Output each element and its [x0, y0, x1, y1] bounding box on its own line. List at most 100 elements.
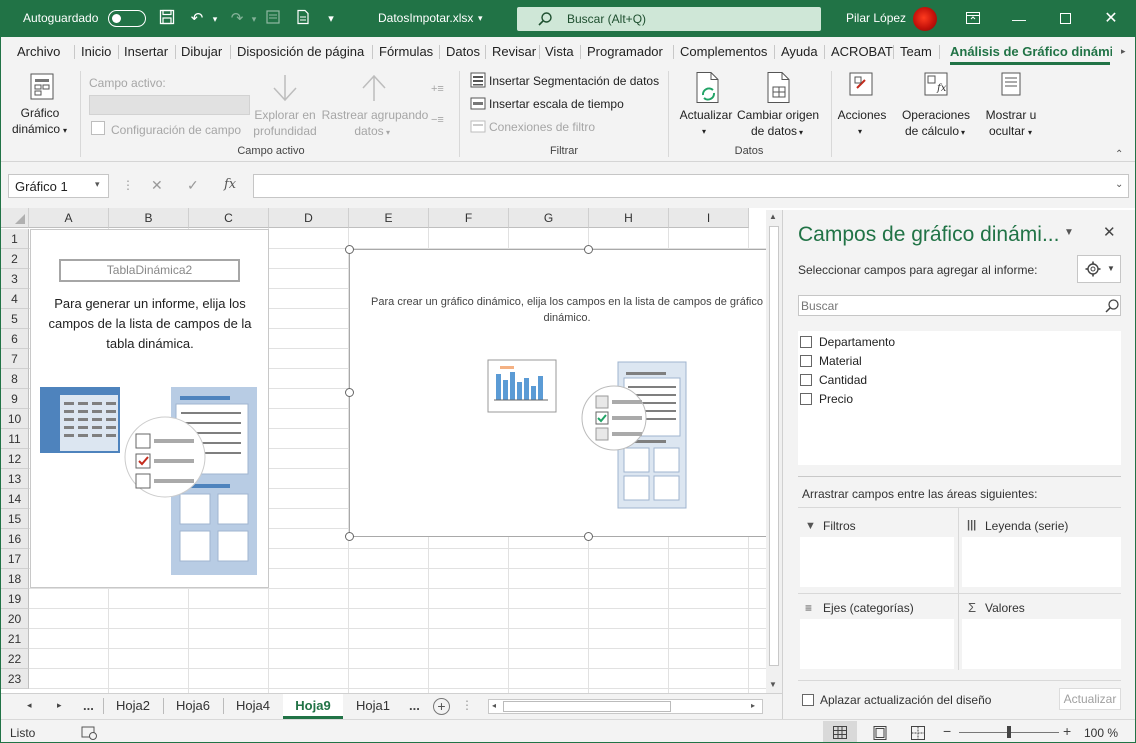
page-layout-icon[interactable]	[873, 726, 887, 740]
tab-datos[interactable]: Datos	[446, 44, 480, 59]
row-header[interactable]: 22	[1, 649, 29, 669]
sheet-tab-hoja4[interactable]: Hoja4	[224, 694, 282, 719]
column-header[interactable]: F	[429, 208, 509, 228]
undo-icon[interactable]: ↶	[187, 9, 207, 29]
actions-button[interactable]: Acciones ▾	[835, 69, 889, 141]
show-hide-button[interactable]: Mostrar u ocultar ▾	[979, 69, 1043, 141]
redo-dropdown-icon[interactable]: ▾	[244, 9, 264, 29]
scrollbar-thumb[interactable]	[769, 226, 779, 666]
defer-update-checkbox[interactable]	[802, 694, 814, 706]
zoom-out-icon[interactable]: −	[943, 723, 951, 739]
tab-dibujar[interactable]: Dibujar	[181, 44, 222, 59]
row-header[interactable]: 16	[1, 529, 29, 549]
refresh-button[interactable]: Actualizar ▾	[677, 69, 735, 141]
normal-view-button[interactable]	[823, 721, 857, 742]
row-header[interactable]: 13	[1, 469, 29, 489]
minimize-icon[interactable]: —	[1004, 7, 1034, 31]
scroll-down-icon[interactable]: ▼	[769, 680, 777, 689]
zoom-level[interactable]: 100 %	[1084, 726, 1118, 740]
undo-dropdown-icon[interactable]: ▾	[205, 9, 225, 29]
formula-input[interactable]	[253, 174, 1129, 198]
pane-settings-button[interactable]: ▼	[1077, 255, 1121, 283]
row-header[interactable]: 14	[1, 489, 29, 509]
row-header[interactable]: 6	[1, 329, 29, 349]
cancel-icon[interactable]: ✕	[151, 177, 163, 194]
insert-function-icon[interactable]: fx	[224, 177, 236, 192]
active-field-input[interactable]	[89, 95, 250, 115]
scrollbar-thumb[interactable]	[503, 701, 671, 712]
area-values-dropzone[interactable]	[962, 619, 1121, 669]
field-settings-button[interactable]: Configuración de campo	[111, 122, 241, 138]
row-header[interactable]: 20	[1, 609, 29, 629]
filename-dropdown-icon[interactable]: ▾	[478, 13, 483, 24]
resize-handle[interactable]	[345, 388, 354, 397]
sheet-tab-hoja9[interactable]: Hoja9	[283, 694, 343, 719]
row-header[interactable]: 9	[1, 389, 29, 409]
form-icon[interactable]	[263, 9, 283, 29]
tab-archivo[interactable]: Archivo	[17, 44, 60, 59]
resize-handle[interactable]	[584, 532, 593, 541]
row-header[interactable]: 21	[1, 629, 29, 649]
row-header[interactable]: 7	[1, 349, 29, 369]
accessibility-icon[interactable]	[81, 726, 97, 740]
area-legend-dropzone[interactable]	[962, 537, 1121, 587]
column-header[interactable]: A	[29, 208, 109, 228]
tab-acrobat[interactable]: ACROBAT	[831, 44, 893, 59]
tab-programador[interactable]: Programador	[587, 44, 663, 59]
row-header[interactable]: 11	[1, 429, 29, 449]
expand-field-icon[interactable]: +≡	[431, 81, 444, 97]
resize-handle[interactable]	[345, 245, 354, 254]
insert-timeline-button[interactable]: Insertar escala de tiempo	[489, 96, 624, 112]
select-all-corner[interactable]	[1, 208, 29, 228]
row-header[interactable]: 12	[1, 449, 29, 469]
autosave-toggle[interactable]	[108, 10, 146, 27]
name-box[interactable]: Gráfico 1	[8, 174, 109, 198]
next-sheet-icon[interactable]: ▸	[57, 700, 62, 711]
column-header[interactable]: G	[509, 208, 589, 228]
field-checkbox[interactable]	[800, 355, 812, 367]
tab-ayuda[interactable]: Ayuda	[781, 44, 818, 59]
drill-down-label-1[interactable]: Explorar en	[251, 107, 319, 123]
resize-handle[interactable]	[345, 532, 354, 541]
row-header[interactable]: 8	[1, 369, 29, 389]
scroll-up-icon[interactable]: ▲	[769, 212, 777, 221]
update-button[interactable]: Actualizar	[1059, 688, 1121, 710]
tab-analisis-grafico-dinamico[interactable]: Análisis de Gráfico dinámico	[950, 44, 1112, 59]
row-header[interactable]: 1	[1, 229, 29, 249]
scroll-right-icon[interactable]: ▸	[751, 701, 755, 710]
field-search-input[interactable]: Buscar	[798, 295, 1121, 316]
zoom-in-icon[interactable]: +	[1063, 723, 1071, 739]
tab-inicio[interactable]: Inicio	[81, 44, 111, 59]
insert-slicer-button[interactable]: Insertar Segmentación de datos	[489, 73, 659, 89]
tab-formulas[interactable]: Fórmulas	[379, 44, 433, 59]
pivot-chart-placeholder[interactable]: Para crear un gráfico dinámico, elija lo…	[349, 249, 769, 537]
field-checkbox[interactable]	[800, 374, 812, 386]
field-checkbox[interactable]	[800, 393, 812, 405]
ribbon-display-icon[interactable]	[958, 7, 988, 31]
row-header[interactable]: 10	[1, 409, 29, 429]
tab-disposicion[interactable]: Disposición de página	[237, 44, 364, 59]
row-header[interactable]: 3	[1, 269, 29, 289]
prev-sheet-icon[interactable]: ◂	[27, 700, 32, 711]
change-data-source-button[interactable]: Cambiar origen de datos ▾	[737, 69, 819, 141]
document-icon[interactable]	[293, 9, 313, 29]
field-checkbox[interactable]	[800, 336, 812, 348]
row-header[interactable]: 5	[1, 309, 29, 329]
tab-team[interactable]: Team	[900, 44, 932, 59]
tabs-scroll-icon[interactable]: ▸	[1121, 46, 1126, 57]
more-sheets-right[interactable]: ...	[409, 698, 420, 713]
list-item[interactable]: Cantidad	[798, 371, 1098, 389]
expand-formula-icon[interactable]: ⌄	[1115, 179, 1123, 190]
zoom-slider-thumb[interactable]	[1007, 726, 1011, 738]
customize-toolbar-icon[interactable]: ▾	[321, 9, 341, 29]
resize-handle[interactable]	[584, 245, 593, 254]
row-header[interactable]: 23	[1, 669, 29, 689]
horizontal-scrollbar[interactable]: ◂ ▸	[488, 699, 763, 714]
collapse-ribbon-icon[interactable]: ⌃	[1115, 147, 1123, 163]
collapse-field-icon[interactable]: −≡	[431, 112, 444, 128]
sheet-tab-hoja1[interactable]: Hoja1	[344, 694, 402, 719]
row-header[interactable]: 19	[1, 589, 29, 609]
list-item[interactable]: Precio	[798, 390, 1098, 408]
name-box-dropdown-icon[interactable]: ▾	[95, 179, 100, 190]
search-box[interactable]: Buscar (Alt+Q)	[517, 7, 821, 31]
